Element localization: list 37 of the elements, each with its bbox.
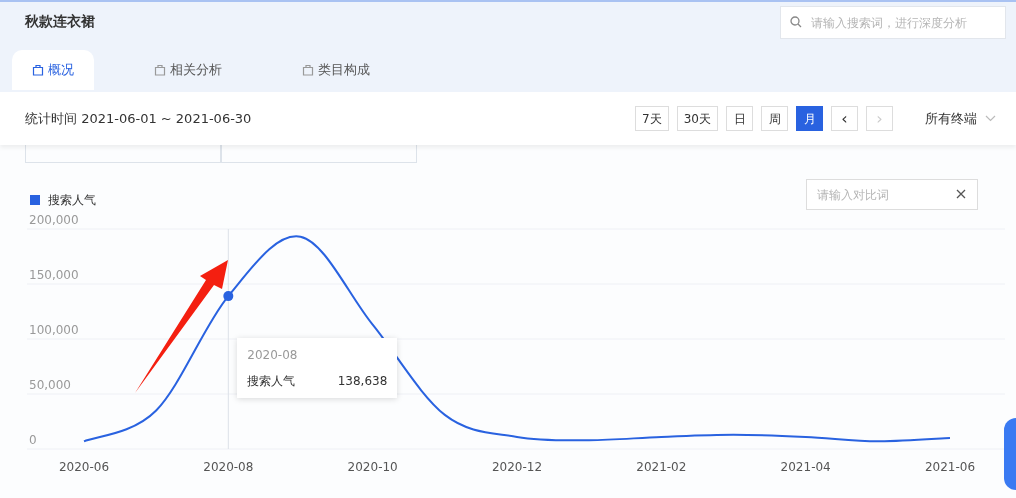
- range-button[interactable]: 30天: [676, 106, 718, 131]
- y-axis-label: 200,000: [29, 213, 79, 227]
- y-axis-label: 50,000: [29, 378, 71, 392]
- bag-icon: [154, 64, 166, 76]
- date-range-label: 统计时间 2021-06-01 ~ 2021-06-30: [25, 109, 252, 128]
- chevron-down-icon: [985, 115, 996, 122]
- x-axis-label: 2021-02: [636, 460, 687, 474]
- page-title: 秋款连衣裙: [25, 12, 95, 31]
- bag-icon: [32, 64, 44, 76]
- tab[interactable]: 概况: [12, 50, 94, 90]
- x-axis-label: 2020-08: [203, 460, 254, 474]
- x-axis-label: 2020-10: [347, 460, 398, 474]
- x-axis-label: 2020-12: [491, 460, 543, 474]
- close-icon[interactable]: [956, 189, 966, 199]
- range-button[interactable]: 周: [761, 106, 788, 131]
- x-axis-label: 2021-06: [924, 460, 976, 474]
- x-axis-label: 2021-04: [780, 460, 831, 474]
- previous-button[interactable]: ‹: [831, 106, 858, 131]
- search-field[interactable]: 请输入搜索词，进行深度分析: [780, 6, 1006, 39]
- bag-icon: [302, 64, 314, 76]
- tooltip-title: 2020-08: [247, 347, 299, 365]
- compare-field[interactable]: 请输入对比词: [806, 179, 978, 210]
- range-button[interactable]: 日: [726, 106, 753, 131]
- y-axis-label: 100,000: [29, 323, 79, 337]
- x-axis-label: 2020-06: [58, 460, 110, 474]
- floating-button[interactable]: [1004, 418, 1016, 490]
- range-button[interactable]: 7天: [635, 106, 669, 131]
- range-button[interactable]: 月: [796, 106, 823, 131]
- legend-label: 搜索人气: [48, 191, 96, 209]
- tooltip-series: 搜索人气: [247, 373, 296, 391]
- device-dropdown[interactable]: 所有终端: [925, 108, 996, 129]
- tab[interactable]: 类目构成: [282, 50, 390, 90]
- tooltip-value: 138,638: [337, 373, 388, 391]
- y-axis-label: 0: [29, 433, 37, 447]
- data-point[interactable]: [223, 291, 234, 302]
- y-axis-label: 150,000: [29, 268, 79, 282]
- tab[interactable]: 相关分析: [134, 50, 242, 90]
